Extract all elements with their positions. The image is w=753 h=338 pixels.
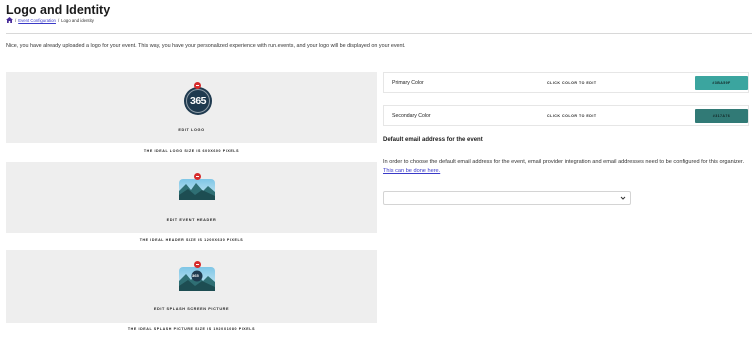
breadcrumb: / Event Configuration / Logo and identit… <box>6 17 94 23</box>
logo-image: 365 <box>184 87 212 115</box>
logo-panel[interactable]: 365 EDIT LOGO <box>6 72 377 143</box>
logo-size-caption: THE IDEAL LOGO SIZE IS 600X600 PIXELS <box>143 149 240 153</box>
breadcrumb-separator: / <box>57 17 60 23</box>
breadcrumb-link-event-configuration[interactable]: Event Configuration <box>18 18 56 23</box>
email-description: In order to choose the default email add… <box>383 158 748 175</box>
click-color-hint: CLICK COLOR TO EDIT <box>547 114 597 118</box>
secondary-color-row: Secondary Color CLICK COLOR TO EDIT #317… <box>383 105 749 126</box>
email-description-text: In order to choose the default email add… <box>383 159 745 165</box>
home-icon[interactable] <box>6 17 13 23</box>
splash-image <box>179 267 215 291</box>
remove-icon[interactable] <box>194 82 201 89</box>
remove-icon[interactable] <box>194 261 201 268</box>
header-divider <box>6 33 752 34</box>
edit-splash-screen-button[interactable]: EDIT SPLASH SCREEN PICTURE <box>6 307 377 311</box>
intro-text: Nice, you have already uploaded a logo f… <box>6 43 406 49</box>
header-size-caption: THE IDEAL HEADER SIZE IS 1200X630 PIXELS <box>139 238 244 242</box>
breadcrumb-current: Logo and identity <box>61 17 94 23</box>
email-section-heading: Default email address for the event <box>383 137 483 143</box>
click-color-hint: CLICK COLOR TO EDIT <box>547 81 597 85</box>
email-configure-link[interactable]: This can be done here. <box>383 168 440 174</box>
remove-icon[interactable] <box>194 173 201 180</box>
splash-panel[interactable]: 365 EDIT SPLASH SCREEN PICTURE <box>6 250 377 323</box>
primary-color-swatch[interactable]: #3BA59F <box>695 76 748 90</box>
chevron-down-icon <box>620 196 626 200</box>
secondary-color-label: Secondary Color <box>392 113 431 119</box>
breadcrumb-separator: / <box>15 17 17 23</box>
primary-color-row: Primary Color CLICK COLOR TO EDIT #3BA59… <box>383 72 749 93</box>
page-title: Logo and Identity <box>6 3 111 17</box>
splash-logo-text: 365 <box>192 273 199 278</box>
secondary-color-swatch[interactable]: #317A76 <box>695 109 748 123</box>
header-panel[interactable]: EDIT EVENT HEADER <box>6 162 377 233</box>
primary-color-label: Primary Color <box>392 80 424 86</box>
edit-logo-button[interactable]: EDIT LOGO <box>6 128 377 132</box>
splash-size-caption: THE IDEAL SPLASH PICTURE SIZE IS 1920X10… <box>127 327 256 331</box>
edit-event-header-button[interactable]: EDIT EVENT HEADER <box>6 218 377 222</box>
header-image <box>179 179 215 200</box>
default-email-select[interactable] <box>383 191 631 205</box>
